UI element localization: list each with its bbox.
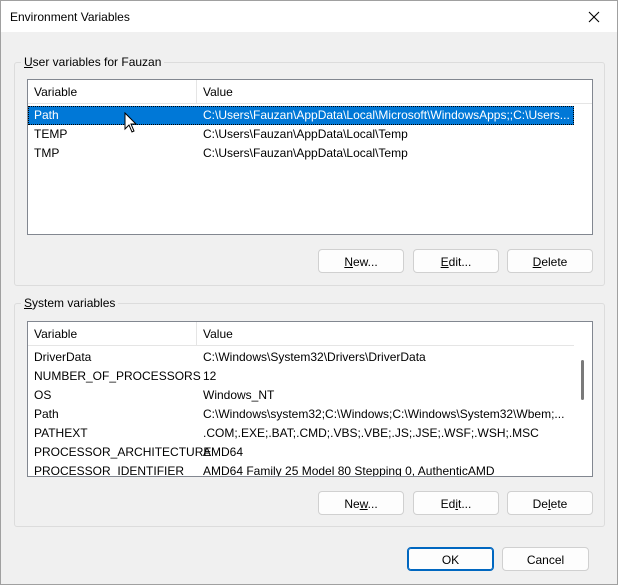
variable-name: PATHEXT — [34, 426, 88, 440]
close-icon — [588, 11, 600, 22]
variable-value: C:\Users\Fauzan\AppData\Local\Temp — [203, 146, 408, 160]
variable-value: C:\Windows\System32\Drivers\DriverData — [203, 350, 426, 364]
system-variables-list[interactable]: Variable Value DriverData C:\Windows\Sys… — [27, 321, 593, 477]
variable-name: DriverData — [34, 350, 92, 364]
user-variables-list[interactable]: Variable Value Path C:\Users\Fauzan\AppD… — [27, 79, 593, 235]
system-variables-legend: System variables — [21, 296, 119, 311]
system-edit-button[interactable]: Edit... — [413, 491, 499, 515]
ok-button[interactable]: OK — [407, 547, 494, 571]
title-bar: Environment Variables — [1, 1, 617, 32]
list-header: Variable Value — [28, 80, 592, 104]
column-header-value[interactable]: Value — [197, 80, 592, 104]
table-row[interactable]: Path C:\Windows\system32;C:\Windows;C:\W… — [28, 405, 576, 424]
variable-value: C:\Users\Fauzan\AppData\Local\Microsoft\… — [203, 108, 570, 122]
table-row[interactable]: TEMP C:\Users\Fauzan\AppData\Local\Temp — [28, 125, 574, 144]
variable-value: C:\Windows\system32;C:\Windows;C:\Window… — [203, 407, 565, 421]
user-new-button[interactable]: New... — [318, 249, 404, 273]
user-edit-button[interactable]: Edit... — [413, 249, 499, 273]
window-title: Environment Variables — [10, 10, 130, 24]
variable-name: Path — [34, 407, 59, 421]
variable-value: AMD64 Family 25 Model 80 Stepping 0, Aut… — [203, 464, 495, 477]
vertical-scrollbar[interactable] — [574, 322, 592, 476]
scrollbar-thumb[interactable] — [581, 360, 584, 400]
user-variables-legend: User variables for Fauzan — [21, 55, 165, 70]
variable-name: OS — [34, 388, 52, 402]
table-row[interactable]: Path C:\Users\Fauzan\AppData\Local\Micro… — [28, 106, 574, 125]
variable-name: PROCESSOR_IDENTIFIER — [34, 464, 185, 477]
table-row[interactable]: PATHEXT .COM;.EXE;.BAT;.CMD;.VBS;.VBE;.J… — [28, 424, 576, 443]
mouse-cursor-icon — [124, 112, 138, 133]
table-row[interactable]: OS Windows_NT — [28, 386, 576, 405]
column-header-value[interactable]: Value — [197, 322, 574, 346]
table-row[interactable]: NUMBER_OF_PROCESSORS 12 — [28, 367, 576, 386]
close-button[interactable] — [571, 1, 617, 32]
table-row[interactable]: TMP C:\Users\Fauzan\AppData\Local\Temp — [28, 144, 574, 163]
variable-name: TMP — [34, 146, 60, 160]
system-new-button[interactable]: New... — [318, 491, 404, 515]
variable-name: NUMBER_OF_PROCESSORS — [34, 369, 201, 383]
user-delete-button[interactable]: Delete — [507, 249, 593, 273]
variable-value: Windows_NT — [203, 388, 275, 402]
variable-name: Path — [34, 108, 59, 122]
variable-value: .COM;.EXE;.BAT;.CMD;.VBS;.VBE;.JS;.JSE;.… — [203, 426, 539, 440]
variable-value: 12 — [203, 369, 217, 383]
variable-value: C:\Users\Fauzan\AppData\Local\Temp — [203, 127, 408, 141]
table-row[interactable]: PROCESSOR_IDENTIFIER AMD64 Family 25 Mod… — [28, 462, 576, 477]
column-header-variable[interactable]: Variable — [28, 322, 197, 346]
table-row[interactable]: DriverData C:\Windows\System32\Drivers\D… — [28, 348, 576, 367]
cancel-button[interactable]: Cancel — [502, 547, 589, 571]
environment-variables-dialog: Environment Variables User variables for… — [0, 0, 618, 585]
variable-name: TEMP — [34, 127, 68, 141]
variable-name: PROCESSOR_ARCHITECTURE — [34, 445, 212, 459]
list-header: Variable Value — [28, 322, 574, 346]
table-row[interactable]: PROCESSOR_ARCHITECTURE AMD64 — [28, 443, 576, 462]
variable-value: AMD64 — [203, 445, 244, 459]
system-delete-button[interactable]: Delete — [507, 491, 593, 515]
column-header-variable[interactable]: Variable — [28, 80, 197, 104]
